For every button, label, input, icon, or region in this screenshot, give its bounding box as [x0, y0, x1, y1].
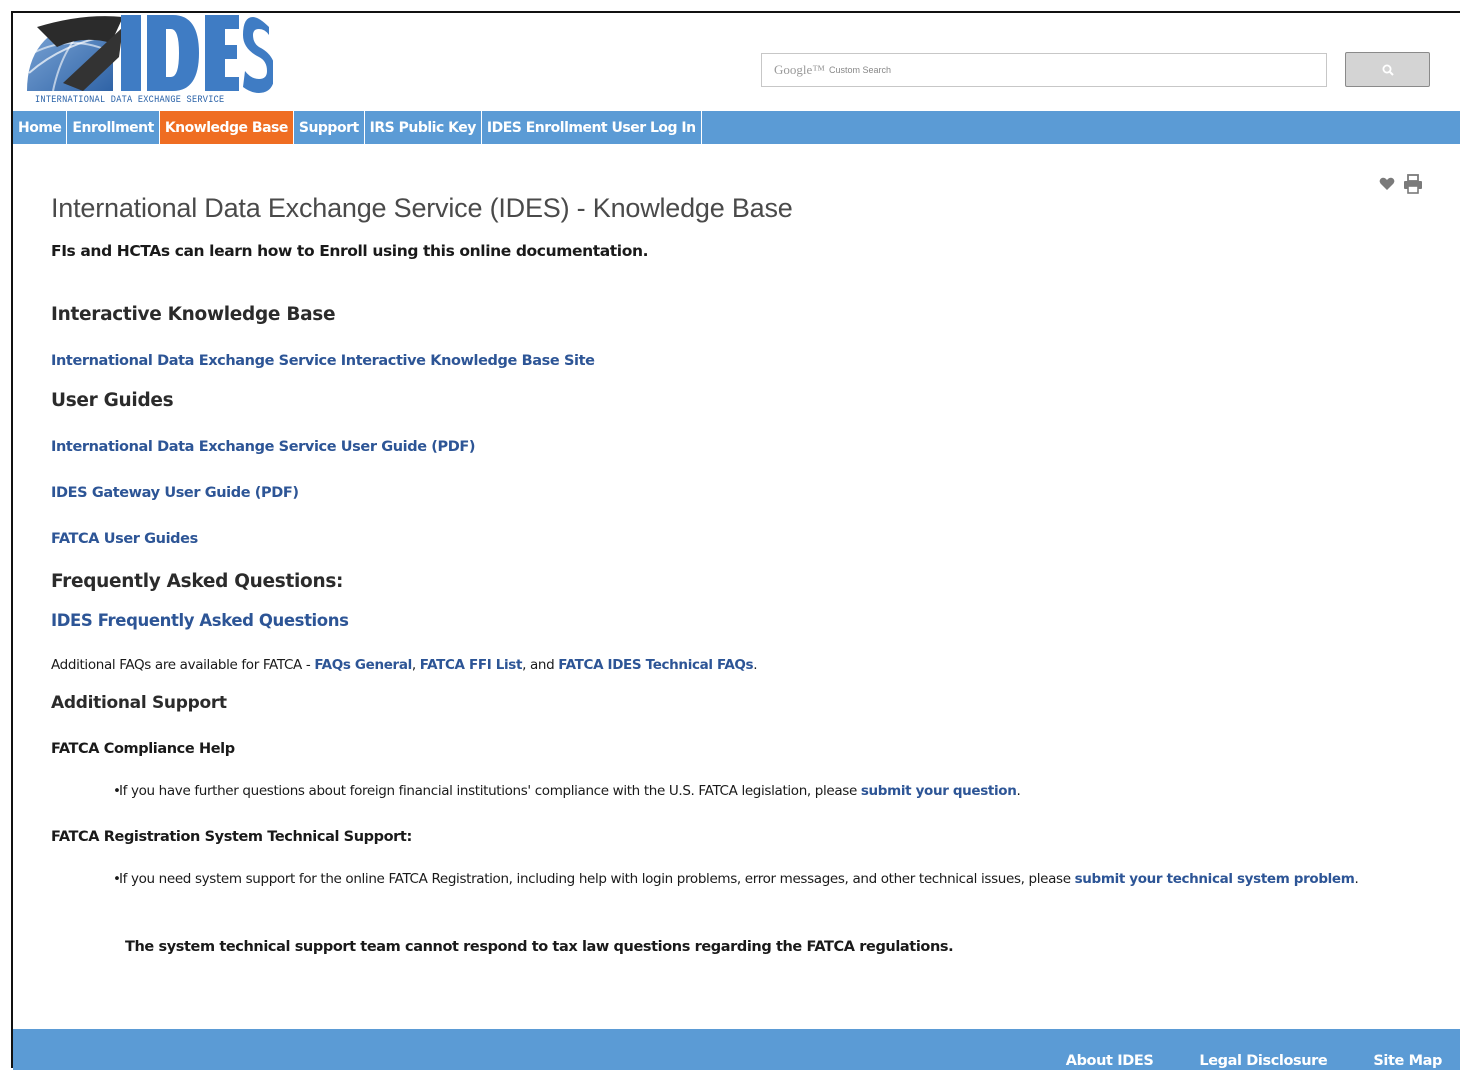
page-title: International Data Exchange Service (IDE… [51, 193, 793, 223]
nav-knowledge-base[interactable]: Knowledge Base [159, 111, 294, 144]
tech-support-suffix: . [1354, 871, 1359, 887]
search-brand: Google™ [774, 62, 826, 77]
footer-legal-disclosure[interactable]: Legal Disclosure [1199, 1053, 1327, 1069]
site-header: INTERNATIONAL DATA EXCHANGE SERVICE Goog… [13, 13, 1460, 111]
additional-faqs-prefix: Additional FAQs are available for FATCA … [51, 657, 315, 673]
link-fatca-ffi-list[interactable]: FATCA FFI List [420, 657, 523, 673]
site-footer: About IDES Legal Disclosure Site Map [13, 1029, 1460, 1070]
search-button[interactable] [1345, 52, 1430, 87]
compliance-text: If you have further questions about fore… [119, 783, 861, 799]
heading-additional-support: Additional Support [51, 693, 227, 713]
heading-interactive-kb: Interactive Knowledge Base [51, 304, 336, 325]
search-input[interactable]: Google™ Custom Search [761, 53, 1327, 87]
page-subtitle: FIs and HCTAs can learn how to Enroll us… [51, 242, 649, 260]
nav-enrollment[interactable]: Enrollment [67, 111, 160, 144]
footer-about-ides[interactable]: About IDES [1066, 1053, 1154, 1069]
heading-user-guides: User Guides [51, 390, 174, 411]
compliance-suffix: . [1016, 783, 1021, 799]
nav-home[interactable]: Home [13, 111, 68, 144]
nav-enrollment-login[interactable]: IDES Enrollment User Log In [482, 111, 702, 144]
main-nav: Home Enrollment Knowledge Base Support I… [13, 111, 1460, 144]
heart-icon[interactable] [1379, 177, 1395, 191]
compliance-bullet: • If you have further questions about fo… [113, 783, 1021, 799]
search-placeholder: Custom Search [829, 65, 892, 75]
link-gateway-user-guide[interactable]: IDES Gateway User Guide (PDF) [51, 485, 299, 501]
link-faqs-general[interactable]: FAQs General [314, 657, 412, 673]
link-ides-user-guide[interactable]: International Data Exchange Service User… [51, 439, 476, 455]
search-icon [1382, 64, 1394, 76]
footer-links: About IDES Legal Disclosure Site Map [1066, 1053, 1443, 1069]
link-fatca-user-guides[interactable]: FATCA User Guides [51, 531, 198, 547]
nav-irs-public-key[interactable]: IRS Public Key [365, 111, 482, 144]
link-submit-question[interactable]: submit your question [861, 783, 1017, 799]
print-icon[interactable] [1403, 174, 1423, 194]
link-fatca-ides-technical-faqs[interactable]: FATCA IDES Technical FAQs [558, 657, 753, 673]
page-actions [1379, 174, 1423, 194]
tech-support-bullet: • If you need system support for the onl… [113, 871, 1359, 887]
additional-faqs-suffix: . [753, 657, 758, 673]
tech-support-note: The system technical support team cannot… [125, 939, 954, 955]
heading-faq: Frequently Asked Questions: [51, 571, 344, 592]
link-ides-faq[interactable]: IDES Frequently Asked Questions [51, 611, 349, 630]
link-interactive-kb-site[interactable]: International Data Exchange Service Inte… [51, 353, 595, 369]
ides-logo[interactable]: INTERNATIONAL DATA EXCHANGE SERVICE [23, 13, 275, 109]
tech-support-text: If you need system support for the onlin… [119, 871, 1075, 887]
footer-site-map[interactable]: Site Map [1373, 1053, 1442, 1069]
nav-support[interactable]: Support [294, 111, 365, 144]
page-frame: INTERNATIONAL DATA EXCHANGE SERVICE Goog… [11, 11, 1460, 1070]
heading-tech-support: FATCA Registration System Technical Supp… [51, 829, 412, 845]
heading-compliance-help: FATCA Compliance Help [51, 741, 235, 757]
additional-faqs-sep2: , and [522, 657, 559, 673]
additional-faqs-sep1: , [411, 657, 420, 673]
additional-faqs-text: Additional FAQs are available for FATCA … [51, 657, 758, 673]
logo-subtitle: INTERNATIONAL DATA EXCHANGE SERVICE [35, 94, 225, 106]
link-submit-technical-problem[interactable]: submit your technical system problem [1075, 871, 1355, 887]
